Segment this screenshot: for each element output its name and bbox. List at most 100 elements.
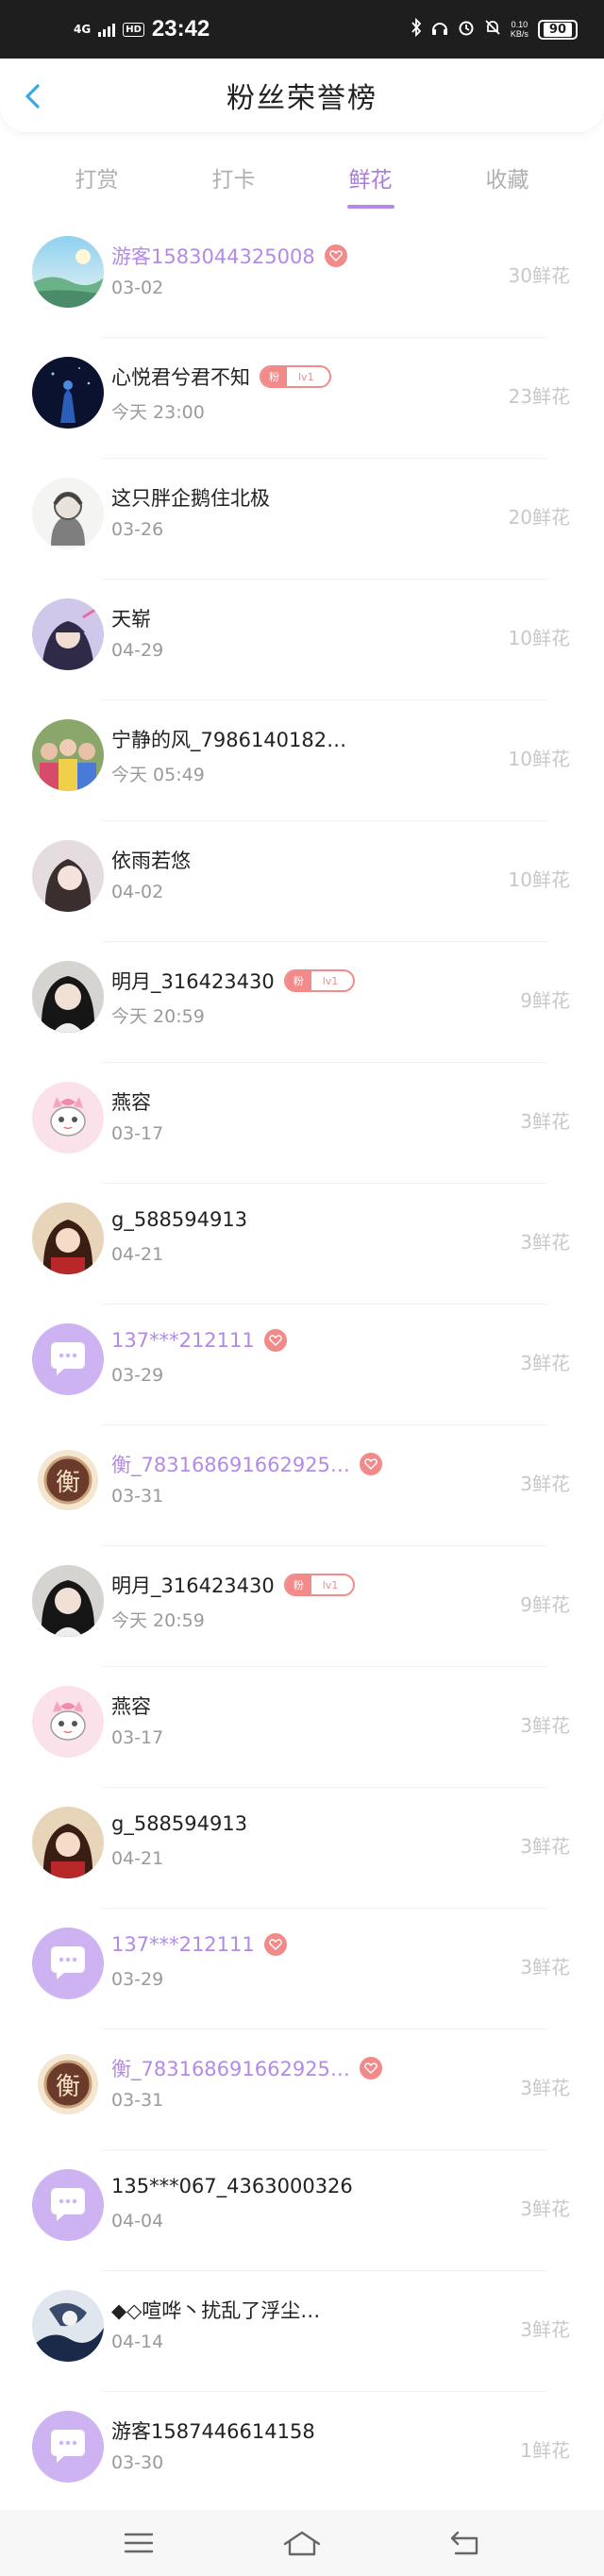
avatar[interactable] [32,1203,104,1274]
list-item[interactable]: ◆◇喧哗丶扰乱了浮尘… 04-14 3鲜花 [0,2271,604,2392]
back-nav-button[interactable] [443,2524,488,2562]
flower-count: 9鲜花 [520,989,570,1012]
list-item[interactable]: 135***067_4363000326 04-04 3鲜花 [0,2150,604,2271]
list-item[interactable]: 衡 衡_783168691662925… 03-31 3鲜花 [0,2029,604,2150]
clock: 23:42 [151,16,210,42]
name-line: 137***212111 [111,1933,287,1956]
list-item[interactable]: 宁静的风_7986140182… 今天 05:49 10鲜花 [0,700,604,821]
fan-badge-level: lv1 [322,974,339,987]
mute-icon [484,19,501,41]
avatar[interactable] [32,1686,104,1758]
gift-date: 03-29 [111,1365,164,1386]
list-item[interactable]: g_588594913 04-21 3鲜花 [0,1788,604,1909]
vip-heart-icon [359,2057,382,2079]
fan-list: 游客1583044325008 03-02 30鲜花 心悦君兮君不知粉 lv1 今天 23… [0,217,604,2513]
system-nav-bar [0,2510,604,2576]
name-line: 135***067_4363000326 [111,2175,353,2197]
speed-unit: KB/s [510,29,528,39]
list-item[interactable]: 明月_316423430 粉 lv1 今天 20:59 9鲜花 [0,1546,604,1667]
tab-tips[interactable]: 打赏 [41,156,154,194]
user-name: 游客1587446614158 [111,2420,315,2443]
list-item[interactable]: 天崭 04-29 10鲜花 [0,580,604,700]
bluetooth-icon [411,17,422,42]
user-name: 这只胖企鹅住北极 [111,487,270,510]
avatar[interactable] [32,1565,104,1637]
gift-date: 03-30 [111,2452,164,2473]
list-item[interactable]: 燕容 03-17 3鲜花 [0,1667,604,1788]
user-name: 衡_783168691662925… [111,2058,350,2080]
avatar[interactable] [32,236,104,308]
user-name: 燕容 [111,1695,151,1718]
avatar[interactable] [32,1807,104,1878]
list-item[interactable]: g_588594913 04-21 3鲜花 [0,1184,604,1305]
list-item[interactable]: 137***212111 03-29 3鲜花 [0,1305,604,1425]
list-item[interactable]: 衡 衡_783168691662925… 03-31 3鲜花 [0,1425,604,1546]
hd-badge: HD [123,22,144,37]
back-button[interactable] [15,77,53,115]
list-item[interactable]: 游客1583044325008 03-02 30鲜花 [0,217,604,338]
menu-button[interactable] [116,2524,161,2562]
avatar[interactable] [32,719,104,791]
avatar[interactable] [32,1928,104,1999]
avatar[interactable] [32,2411,104,2483]
avatar[interactable] [32,1082,104,1153]
avatar[interactable] [32,2169,104,2241]
network-speed: 0.10 KB/s [511,20,528,39]
gift-date: 04-14 [111,2332,164,2352]
name-line: 燕容 [111,1692,151,1720]
gift-date: 03-02 [111,278,164,298]
tab-favorites[interactable]: 收藏 [451,156,564,194]
list-item[interactable]: 这只胖企鹅住北极 03-26 20鲜花 [0,459,604,580]
list-item[interactable]: 燕容 03-17 3鲜花 [0,1063,604,1184]
list-item[interactable]: 依雨若悠 04-02 10鲜花 [0,821,604,942]
flower-count: 23鲜花 [508,385,570,408]
user-name: 明月_316423430 [111,1574,275,1597]
flower-count: 3鲜花 [520,1231,570,1254]
menu-icon [124,2533,153,2553]
gift-date: 04-21 [111,1848,164,1869]
flower-count: 20鲜花 [508,506,570,529]
name-line: 明月_316423430 粉 lv1 [111,1571,356,1599]
avatar[interactable] [32,357,104,429]
list-item[interactable]: 心悦君兮君不知粉 lv1 今天 23:00 23鲜花 [0,338,604,459]
gift-date: 03-17 [111,1123,164,1144]
chevron-left-icon [25,84,40,109]
flower-count: 3鲜花 [520,1352,570,1374]
gift-date: 今天 05:49 [111,765,205,785]
headphones-icon [431,19,448,41]
avatar[interactable] [32,2290,104,2362]
gift-date: 03-29 [111,1969,164,1990]
status-left: 4G HD 23:42 [74,16,210,42]
avatar[interactable] [32,840,104,912]
avatar[interactable] [32,598,104,670]
avatar[interactable]: 衡 [32,2048,104,2120]
avatar[interactable] [32,961,104,1033]
user-name: 137***212111 [111,1933,255,1956]
name-line: g_588594913 [111,1812,247,1835]
avatar[interactable] [32,478,104,549]
alarm-icon [458,19,475,41]
home-button[interactable] [279,2524,325,2562]
gift-date: 03-31 [111,2090,164,2111]
user-name: 135***067_4363000326 [111,2175,353,2197]
header: 粉丝荣誉榜 [0,59,604,132]
avatar-seal-char: 衡 [55,1468,80,1497]
user-name: 心悦君兮君不知 [111,366,250,389]
list-item[interactable]: 明月_316423430 粉 lv1 今天 20:59 9鲜花 [0,942,604,1063]
flower-count: 3鲜花 [520,1835,570,1858]
tab-checkin[interactable]: 打卡 [177,156,291,194]
fan-badge-level: lv1 [322,1578,339,1591]
name-line: g_588594913 [111,1208,247,1231]
name-line: 心悦君兮君不知粉 lv1 [111,362,331,391]
flower-count: 30鲜花 [508,264,570,287]
list-item[interactable]: 137***212111 03-29 3鲜花 [0,1909,604,2029]
signal-icon [98,22,116,37]
list-item[interactable]: 游客1587446614158 03-30 1鲜花 [0,2392,604,2513]
vip-heart-icon [359,1453,382,1475]
avatar[interactable] [32,1323,104,1395]
tab-flowers[interactable]: 鲜花 [314,156,428,209]
user-name: 137***212111 [111,1329,255,1352]
avatar[interactable]: 衡 [32,1444,104,1516]
name-line: 天崭 [111,604,151,632]
name-line: ◆◇喧哗丶扰乱了浮尘… [111,2296,320,2324]
